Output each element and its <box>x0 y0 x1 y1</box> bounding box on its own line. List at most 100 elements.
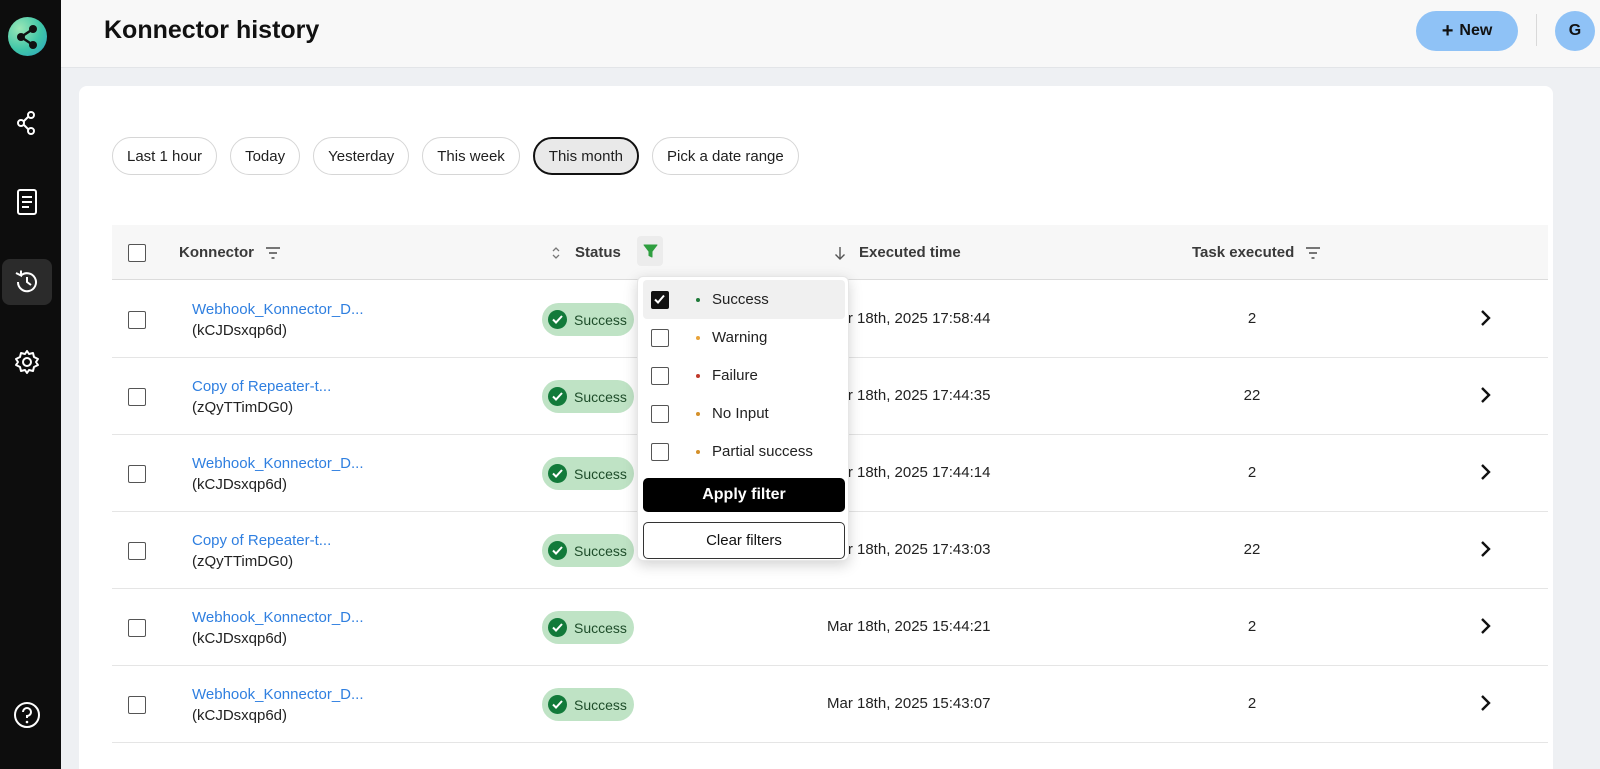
table-row[interactable]: Webhook_Konnector_D... (kCJDsxqp6d) Succ… <box>112 589 1548 666</box>
check-circle-icon <box>548 618 567 637</box>
konnector-id: (kCJDsxqp6d) <box>192 476 288 493</box>
status-filter-button[interactable] <box>637 236 663 266</box>
chip-pick-date-range[interactable]: Pick a date range <box>652 137 799 175</box>
task-count: 2 <box>1247 618 1257 635</box>
page-title: Konnector history <box>104 16 320 44</box>
task-count: 2 <box>1247 310 1257 327</box>
filter-checkbox[interactable] <box>651 404 669 423</box>
column-konnector: Konnector <box>179 244 254 261</box>
check-icon <box>654 294 665 304</box>
column-executed-time: Executed time <box>859 244 961 261</box>
status-sort-icon[interactable] <box>552 246 560 260</box>
row-checkbox[interactable] <box>128 542 146 560</box>
filter-option-label: No Input <box>712 405 769 422</box>
status-badge: Success <box>542 688 634 721</box>
chip-this-month[interactable]: This month <box>532 137 639 175</box>
sidebar-item-history[interactable] <box>2 259 52 305</box>
konnector-name-link[interactable]: Copy of Repeater-t... <box>192 532 331 549</box>
executed-time: Mar 18th, 2025 17:43:03 <box>827 541 991 558</box>
task-count: 2 <box>1247 695 1257 712</box>
chip-this-week[interactable]: This week <box>422 137 520 175</box>
chip-yesterday[interactable]: Yesterday <box>313 137 410 175</box>
new-button[interactable]: + New <box>1416 11 1518 51</box>
status-badge-label: Success <box>574 542 627 559</box>
status-badge: Success <box>542 380 634 413</box>
executed-time: Mar 18th, 2025 17:44:14 <box>827 464 991 481</box>
filter-option-success[interactable]: Success <box>643 280 845 319</box>
filter-checkbox-checked[interactable] <box>651 290 669 309</box>
chip-last-1-hour[interactable]: Last 1 hour <box>112 137 218 175</box>
status-dot <box>696 449 700 454</box>
konnector-filter-icon[interactable] <box>266 246 280 259</box>
settings-icon <box>15 350 39 374</box>
app-logo[interactable] <box>8 17 47 56</box>
konnector-id: (kCJDsxqp6d) <box>192 630 288 647</box>
filter-option-failure[interactable]: Failure <box>643 356 845 395</box>
konnector-id: (kCJDsxqp6d) <box>192 322 288 339</box>
filter-checkbox[interactable] <box>651 328 669 347</box>
konnector-name-link[interactable]: Webhook_Konnector_D... <box>192 609 364 626</box>
sidebar <box>0 0 61 769</box>
chip-today[interactable]: Today <box>230 137 301 175</box>
chevron-right-icon[interactable] <box>1480 540 1492 563</box>
check-circle-icon <box>548 464 567 483</box>
row-checkbox[interactable] <box>128 696 146 714</box>
status-badge: Success <box>542 457 634 490</box>
filter-option-partial-success[interactable]: Partial success <box>643 432 845 471</box>
filter-option-no-input[interactable]: No Input <box>643 394 845 433</box>
status-badge-label: Success <box>574 311 627 328</box>
apply-filter-button[interactable]: Apply filter <box>643 478 845 512</box>
konnector-name-link[interactable]: Webhook_Konnector_D... <box>192 455 364 472</box>
table-row[interactable] <box>112 743 1548 769</box>
table-row[interactable]: Webhook_Konnector_D... (kCJDsxqp6d) Succ… <box>112 666 1548 743</box>
funnel-icon <box>643 244 657 257</box>
date-filter-chips: Last 1 hour Today Yesterday This week Th… <box>112 137 799 175</box>
check-circle-icon <box>548 387 567 406</box>
chevron-right-icon[interactable] <box>1480 617 1492 640</box>
plus-icon: + <box>1441 20 1454 42</box>
history-icon <box>15 270 37 293</box>
chevron-right-icon[interactable] <box>1480 694 1492 717</box>
sidebar-item-settings[interactable] <box>2 339 52 385</box>
sidebar-item-help[interactable] <box>2 692 52 738</box>
chevron-right-icon[interactable] <box>1480 463 1492 486</box>
row-checkbox[interactable] <box>128 388 146 406</box>
executed-time: Mar 18th, 2025 15:44:21 <box>827 618 991 635</box>
select-all-checkbox[interactable] <box>128 243 146 262</box>
check-circle-icon <box>548 541 567 560</box>
executed-time: Mar 18th, 2025 17:58:44 <box>827 310 991 327</box>
status-filter-popover: Success Warning Failure No Input Partial… <box>637 276 849 561</box>
filter-option-label: Warning <box>712 329 768 346</box>
konnector-id: (zQyTTimDG0) <box>192 399 294 416</box>
executed-time: Mar 18th, 2025 15:43:07 <box>827 695 991 712</box>
clear-filters-button[interactable]: Clear filters <box>643 522 845 559</box>
help-icon <box>14 702 40 728</box>
row-checkbox[interactable] <box>128 465 146 483</box>
executed-time: Mar 18th, 2025 17:44:35 <box>827 387 991 404</box>
filter-checkbox[interactable] <box>651 366 669 385</box>
status-dot <box>696 335 700 340</box>
status-dot <box>696 297 700 302</box>
avatar[interactable]: G <box>1555 11 1595 51</box>
status-dot <box>696 411 700 416</box>
new-button-label: New <box>1459 22 1493 39</box>
sidebar-item-logs[interactable] <box>2 179 52 225</box>
chevron-right-icon[interactable] <box>1480 309 1492 332</box>
filter-checkbox[interactable] <box>651 442 669 461</box>
column-task-executed: Task executed <box>1192 244 1295 261</box>
chevron-right-icon[interactable] <box>1480 386 1492 409</box>
konnector-name-link[interactable]: Webhook_Konnector_D... <box>192 301 364 318</box>
status-badge: Success <box>542 611 634 644</box>
sidebar-item-konnectors[interactable] <box>2 100 52 146</box>
status-dot <box>696 373 700 378</box>
task-filter-icon[interactable] <box>1306 246 1321 259</box>
status-badge-label: Success <box>574 388 627 405</box>
filter-option-label: Success <box>712 291 769 308</box>
check-circle-icon <box>548 695 567 714</box>
filter-option-warning[interactable]: Warning <box>643 318 845 357</box>
konnector-name-link[interactable]: Copy of Repeater-t... <box>192 378 331 395</box>
row-checkbox[interactable] <box>128 311 146 329</box>
sort-descending-icon[interactable] <box>834 246 846 260</box>
konnector-name-link[interactable]: Webhook_Konnector_D... <box>192 686 364 703</box>
row-checkbox[interactable] <box>128 619 146 637</box>
